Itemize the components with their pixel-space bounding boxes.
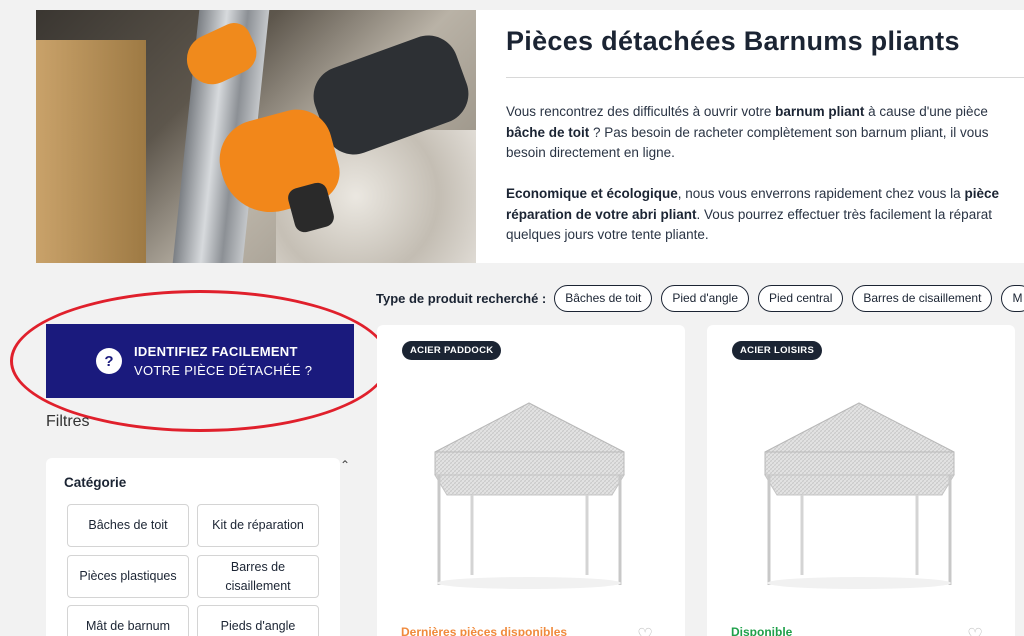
intro-paragraph: Vous rencontrez des difficultés à ouvrir…	[506, 102, 989, 164]
stock-status: Dernières pièces disponibles	[401, 625, 568, 636]
product-badge: ACIER PADDOCK	[402, 341, 502, 360]
tent-image	[764, 402, 955, 589]
bold-text: réparation de votre abri pliant	[506, 206, 697, 222]
page-title: Pièces détachées Barnums pliants	[506, 26, 960, 56]
text: Vous rencontrez des difficultés à ouvrir…	[506, 104, 776, 119]
chip-pied-central[interactable]: Pied central	[758, 284, 844, 312]
filters-title: Filtres	[46, 413, 90, 430]
identify-part-button[interactable]: ? IDENTIFIEZ FACILEMENT VOTRE PIÈCE DÉTA…	[46, 324, 354, 398]
text: , nous vous enverrons rapidement chez vo…	[677, 186, 965, 201]
category-kit-de-reparation[interactable]: Kit de réparation	[197, 504, 319, 547]
hero-text: Pièces détachées Barnums pliants Vous re…	[506, 10, 1024, 263]
product-badge: ACIER LOISIRS	[732, 341, 823, 360]
hero-image	[36, 10, 476, 263]
text: besoin directement en ligne.	[506, 145, 675, 160]
bold-text: pièce	[964, 186, 999, 201]
category-baches-de-toit[interactable]: Bâches de toit	[67, 504, 189, 547]
chip-more[interactable]: M	[1001, 284, 1024, 312]
text: . Vous pourrez effectuer très facilement…	[696, 206, 992, 222]
text: à cause d'une pièce	[864, 104, 988, 119]
eco-paragraph: Economique et écologique, nous vous enve…	[506, 184, 999, 246]
category-pieces-plastiques[interactable]: Pièces plastiques	[67, 555, 189, 598]
product-card[interactable]: ACIER PADDOCK Dernières pièces disponibl…	[377, 325, 685, 636]
category-barres-de-cisaillement[interactable]: Barres de cisaillement	[197, 555, 319, 598]
hero-banner: Pièces détachées Barnums pliants Vous re…	[36, 10, 1024, 263]
bold-text: Economique et écologique	[506, 186, 678, 201]
product-type-filter: Type de produit recherché : Bâches de to…	[376, 284, 1024, 312]
identify-line-2: VOTRE PIÈCE DÉTACHÉE ?	[134, 363, 313, 378]
product-type-label: Type de produit recherché :	[376, 290, 547, 306]
bold-text: bâche de toit	[506, 124, 590, 140]
category-mat-de-barnum[interactable]: Mât de barnum	[67, 605, 189, 636]
identify-line-1: IDENTIFIEZ FACILEMENT	[134, 344, 298, 359]
category-pieds-angle[interactable]: Pieds d'angle	[197, 605, 319, 636]
divider	[506, 77, 1024, 78]
product-card[interactable]: ACIER LOISIRS Disponible ♡	[707, 325, 1015, 636]
chip-baches-de-toit[interactable]: Bâches de toit	[554, 284, 653, 312]
heart-icon[interactable]: ♡	[637, 625, 653, 636]
chevron-up-icon[interactable]: ⌃	[340, 458, 350, 472]
category-filter-card: Catégorie Bâches de toit Kit de réparati…	[46, 458, 340, 636]
category-title: Catégorie	[64, 475, 127, 490]
chip-barres-cisaillement[interactable]: Barres de cisaillement	[852, 284, 993, 312]
tent-image	[434, 402, 625, 589]
bold-text: barnum pliant	[775, 104, 865, 119]
stock-status: Disponible	[731, 625, 793, 636]
heart-icon[interactable]: ♡	[967, 625, 983, 636]
text: ? Pas besoin de racheter complètement so…	[589, 124, 989, 140]
text: quelques jours votre tente pliante.	[506, 227, 709, 242]
question-icon: ?	[96, 348, 122, 374]
chip-pied-angle[interactable]: Pied d'angle	[661, 284, 749, 312]
